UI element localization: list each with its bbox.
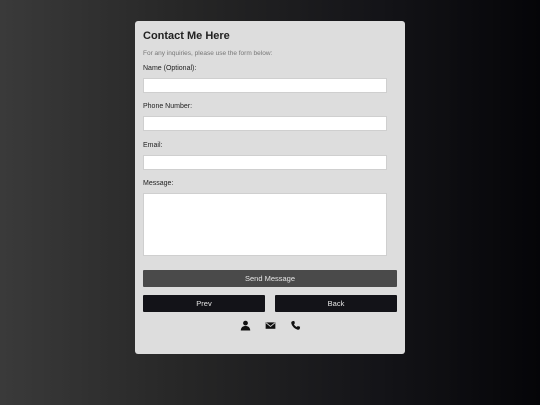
contact-card: Contact Me Here For any inquiries, pleas… — [135, 21, 405, 354]
nav-buttons: Prev Back — [143, 295, 397, 312]
email-input[interactable] — [143, 155, 387, 170]
phone-label: Phone Number: — [143, 103, 193, 110]
prev-button[interactable]: Prev — [143, 295, 265, 312]
back-button[interactable]: Back — [275, 295, 397, 312]
form-title: Contact Me Here — [143, 30, 230, 42]
message-textarea[interactable] — [143, 193, 387, 256]
user-icon[interactable] — [240, 320, 251, 331]
phone-icon[interactable] — [290, 320, 301, 331]
name-label: Name (Optional): — [143, 65, 197, 72]
form-subtitle: For any inquiries, please use the form b… — [143, 50, 273, 57]
contact-icons — [143, 320, 397, 331]
phone-input[interactable] — [143, 116, 387, 131]
name-input[interactable] — [143, 78, 387, 93]
envelope-icon[interactable] — [265, 320, 276, 331]
message-label: Message: — [143, 180, 174, 187]
email-label: Email: — [143, 142, 163, 149]
send-message-button[interactable]: Send Message — [143, 270, 397, 287]
